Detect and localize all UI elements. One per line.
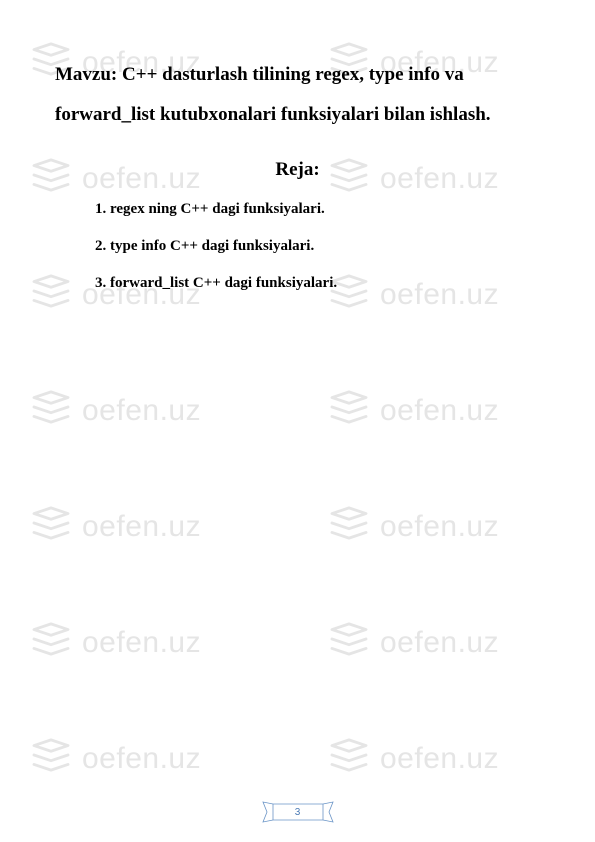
watermark-item: oefen.uz xyxy=(328,738,499,780)
list-item: 3. forward_list C++ dagi funksiyalari. xyxy=(95,273,540,294)
stack-icon xyxy=(30,738,72,780)
watermark-item: oefen.uz xyxy=(30,738,201,780)
plan-heading: Reja: xyxy=(55,159,540,181)
stack-icon xyxy=(30,390,72,432)
watermark-item: oefen.uz xyxy=(328,622,499,664)
watermark-item: oefen.uz xyxy=(30,622,201,664)
watermark-text: oefen.uz xyxy=(82,510,201,544)
stack-icon xyxy=(328,390,370,432)
document-content: Mavzu: C++ dasturlash tilining regex, ty… xyxy=(0,0,595,294)
watermark-text: oefen.uz xyxy=(82,742,201,776)
watermark-text: oefen.uz xyxy=(380,742,499,776)
stack-icon xyxy=(328,622,370,664)
watermark-text: oefen.uz xyxy=(380,510,499,544)
watermark-item: oefen.uz xyxy=(328,390,499,432)
watermark-text: oefen.uz xyxy=(82,626,201,660)
list-item: 2. type info C++ dagi funksiyalari. xyxy=(95,236,540,257)
stack-icon xyxy=(328,506,370,548)
stack-icon xyxy=(328,738,370,780)
watermark-item: oefen.uz xyxy=(30,390,201,432)
page-number-banner: 3 xyxy=(261,800,335,824)
title-label: Mavzu: xyxy=(55,64,117,85)
stack-icon xyxy=(30,506,72,548)
page-footer: 3 xyxy=(261,800,335,824)
stack-icon xyxy=(30,622,72,664)
watermark-text: oefen.uz xyxy=(82,394,201,428)
watermark-item: oefen.uz xyxy=(30,506,201,548)
document-title: Mavzu: C++ dasturlash tilining regex, ty… xyxy=(55,55,540,135)
watermark-item: oefen.uz xyxy=(328,506,499,548)
watermark-text: oefen.uz xyxy=(380,626,499,660)
list-item: 1. regex ning C++ dagi funksiyalari. xyxy=(95,199,540,220)
title-body: C++ dasturlash tilining regex, type info… xyxy=(55,64,491,125)
watermark-text: oefen.uz xyxy=(380,394,499,428)
plan-list: 1. regex ning C++ dagi funksiyalari. 2. … xyxy=(55,199,540,294)
page-number: 3 xyxy=(295,807,301,818)
